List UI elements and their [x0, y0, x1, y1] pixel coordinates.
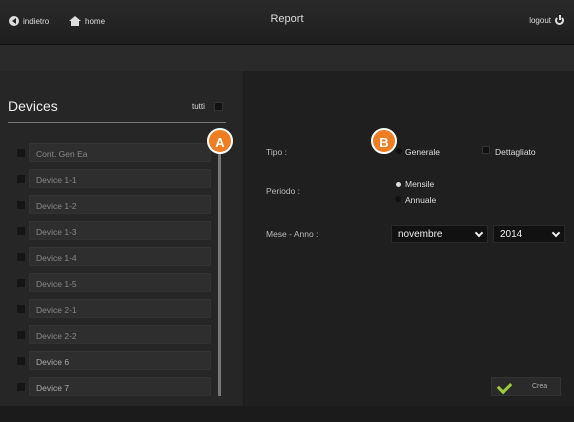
- header-band: [0, 45, 574, 71]
- device-checkbox[interactable]: [17, 331, 25, 339]
- device-checkbox[interactable]: [17, 253, 25, 261]
- tipo-generale-label[interactable]: Generale: [405, 147, 440, 157]
- device-item[interactable]: Device 2-2: [29, 325, 211, 344]
- logout-label: logout: [529, 16, 551, 25]
- logout-button[interactable]: logout: [529, 15, 564, 25]
- device-item[interactable]: Cont. Gen Ea: [29, 143, 211, 162]
- create-button[interactable]: Crea: [491, 377, 561, 396]
- device-checkbox[interactable]: [17, 149, 25, 157]
- chevron-down-icon: [474, 228, 484, 238]
- create-label: Crea: [532, 383, 548, 390]
- periodo-annuale-radio[interactable]: [395, 196, 401, 202]
- device-checkbox[interactable]: [17, 383, 25, 391]
- select-all-label: tutti: [192, 102, 205, 111]
- device-checkbox[interactable]: [17, 279, 25, 287]
- devices-title: Devices: [8, 98, 58, 114]
- tipo-dettagliato-checkbox[interactable]: [482, 146, 490, 154]
- annotation-badge-b: B: [371, 128, 397, 154]
- year-value: 2014: [500, 229, 523, 240]
- device-checkbox[interactable]: [17, 305, 25, 313]
- periodo-label: Periodo :: [266, 186, 301, 196]
- device-item[interactable]: Device 1-1: [29, 169, 211, 188]
- device-item[interactable]: Device 7: [29, 377, 211, 396]
- month-value: novembre: [398, 229, 443, 240]
- bottom-bar: [0, 406, 574, 422]
- periodo-mensile-label[interactable]: Mensile: [405, 179, 434, 189]
- periodo-annuale-label[interactable]: Annuale: [405, 195, 436, 205]
- device-item[interactable]: Device 1-3: [29, 221, 211, 240]
- tipo-dettagliato-label[interactable]: Dettagliato: [495, 147, 536, 157]
- device-checkbox[interactable]: [17, 175, 25, 183]
- device-checkbox[interactable]: [17, 227, 25, 235]
- device-checkbox[interactable]: [17, 201, 25, 209]
- chevron-down-icon: [551, 228, 561, 238]
- month-select[interactable]: novembre: [391, 225, 488, 243]
- year-select[interactable]: 2014: [493, 225, 565, 243]
- device-item[interactable]: Device 2-1: [29, 299, 211, 318]
- page-title: Report: [270, 13, 304, 25]
- select-all-checkbox[interactable]: [214, 102, 223, 111]
- mese-anno-label: Mese - Anno :: [266, 229, 319, 239]
- annotation-badge-a: A: [207, 128, 233, 154]
- tipo-generale-radio[interactable]: [396, 148, 402, 154]
- device-item[interactable]: Device 1-4: [29, 247, 211, 266]
- tipo-label: Tipo :: [266, 147, 287, 157]
- devices-scrollbar[interactable]: [218, 140, 221, 396]
- devices-divider: [8, 122, 226, 123]
- periodo-mensile-radio[interactable]: [396, 182, 401, 187]
- power-icon: [555, 15, 564, 25]
- device-item[interactable]: Device 1-2: [29, 195, 211, 214]
- device-checkbox[interactable]: [17, 357, 25, 365]
- check-icon: [496, 378, 513, 395]
- device-item[interactable]: Device 6: [29, 351, 211, 370]
- device-item[interactable]: Device 1-5: [29, 273, 211, 292]
- top-bar: indietro home Report logout: [0, 0, 574, 45]
